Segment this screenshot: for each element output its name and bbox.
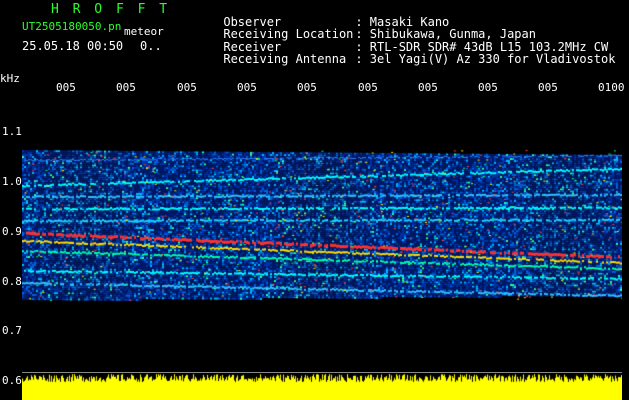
signal-baseline (22, 372, 622, 373)
mode-label: meteor (124, 25, 164, 38)
time-tick: 005 (478, 81, 498, 94)
time-tick: 0100 (598, 81, 625, 94)
freq-tick: 0.6 (2, 374, 22, 387)
app-title: H R O F F T (51, 2, 171, 17)
waterfall-spectrogram (22, 100, 622, 372)
freq-tick: 0.8 (2, 275, 22, 288)
meta-value: : Shibukawa, Gunma, Japan (355, 27, 536, 42)
hrofft-window: H R O F F T UT2505180050.pn meteor 25.05… (0, 0, 629, 400)
freq-tick: 1.0 (2, 175, 22, 188)
time-tick: 005 (177, 81, 197, 94)
meta-label: Receiving Location (223, 27, 354, 42)
time-tick: 005 (418, 81, 438, 94)
observer-row: Observer : Masaki Kano (180, 4, 615, 28)
time-tick: 005 (237, 81, 257, 94)
meta-value: : Masaki Kano (355, 15, 450, 29)
freq-tick: 0.9 (2, 225, 22, 238)
meta-label: Receiver (223, 39, 282, 54)
time-tick: 005 (538, 81, 558, 94)
time-tick: 005 (358, 81, 378, 94)
meta-value: : 3el Yagi(V) Az 330 for Vladivostok (355, 51, 616, 66)
freq-tick: 0.7 (2, 324, 22, 337)
freq-tick: 1.1 (2, 125, 22, 138)
frequency-unit-label: kHz (0, 72, 20, 85)
meta-label: Observer (223, 15, 282, 29)
counter: 0.. (140, 39, 162, 53)
meta-value: : RTL-SDR SDR# 43dB L15 103.2MHz CW (355, 39, 609, 54)
meta-label: Receiving Antenna (223, 51, 347, 66)
station-info: Observer : Masaki Kano Receiving Location… (180, 4, 615, 65)
time-tick: 005 (297, 81, 317, 94)
time-tick: 005 (116, 81, 136, 94)
file-name: UT2505180050.pn (22, 20, 122, 33)
date-time: 25.05.18 00:50 (22, 39, 124, 53)
time-tick: 005 (56, 81, 76, 94)
signal-strength-strip (22, 372, 622, 400)
